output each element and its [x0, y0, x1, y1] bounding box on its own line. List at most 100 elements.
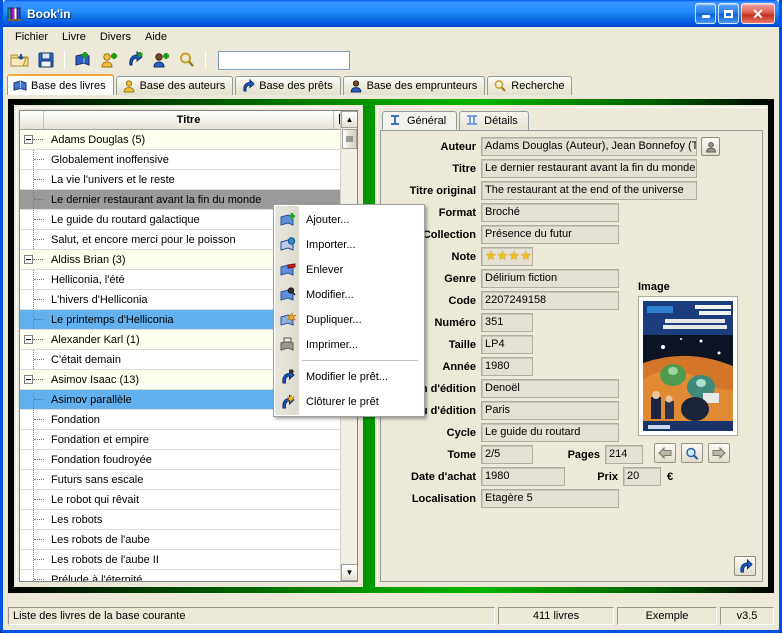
expander-icon[interactable] — [20, 130, 46, 149]
tree-item-row[interactable]: Les robots — [20, 510, 357, 530]
tree-item-row[interactable]: Fondation et empire — [20, 430, 357, 450]
open-database-icon[interactable] — [8, 48, 32, 72]
ctx-cloturer-pret[interactable]: Clôturer le prêt — [274, 389, 424, 414]
expander-icon[interactable] — [20, 330, 46, 349]
tree-item-row[interactable]: Les robots de l'aube — [20, 530, 357, 550]
input-prix[interactable]: 20 — [623, 467, 661, 486]
input-collection[interactable]: Présence du futur — [481, 225, 619, 244]
input-format[interactable]: Broché — [481, 203, 619, 222]
image-prev-button[interactable] — [654, 443, 676, 463]
input-lieu-edition[interactable]: Paris — [481, 401, 619, 420]
tab-base-des-auteurs[interactable]: Base des auteurs — [115, 76, 234, 95]
input-tome[interactable]: 2/5 — [481, 445, 533, 464]
tree-connector — [20, 190, 46, 209]
tab-general-icon — [389, 114, 403, 128]
expander-icon[interactable] — [20, 250, 46, 269]
input-titre-original[interactable]: The restaurant at the end of the univers… — [481, 181, 697, 200]
tab-base-des-emprunteurs[interactable]: Base des emprunteurs — [342, 76, 486, 95]
add-author-icon[interactable] — [97, 48, 121, 72]
tree-connector-dash — [34, 319, 44, 320]
tree-item-row[interactable]: La vie l'univers et le reste — [20, 170, 357, 190]
add-loan-icon[interactable] — [123, 48, 147, 72]
input-code[interactable]: 2207249158 — [481, 291, 619, 310]
ctx-ajouter[interactable]: Ajouter... — [274, 207, 424, 232]
input-taille[interactable]: LP4 — [481, 335, 533, 354]
loan-arrow-icon — [241, 79, 255, 93]
input-cycle[interactable]: Le guide du routard — [481, 423, 619, 442]
tab-base-des-prets[interactable]: Base des prêts — [235, 76, 341, 95]
search-icon[interactable] — [175, 48, 199, 72]
menu-livre[interactable]: Livre — [55, 29, 93, 45]
save-icon[interactable] — [34, 48, 58, 72]
image-next-button[interactable] — [708, 443, 730, 463]
status-message: Liste des livres de la base courante — [8, 607, 495, 625]
maximize-button[interactable] — [718, 3, 739, 24]
ctx-dupliquer[interactable]: Dupliquer... — [274, 307, 424, 332]
search-input[interactable] — [218, 50, 350, 70]
collapse-icon[interactable] — [23, 255, 33, 264]
field-titre: Titre Le dernier restaurant avant la fin… — [385, 159, 754, 178]
tab-recherche[interactable]: Recherche — [487, 76, 573, 95]
tree-header: Titre — [20, 111, 357, 130]
tree-connector — [32, 259, 43, 260]
scroll-up-icon[interactable]: ▲ — [341, 111, 357, 128]
collapse-icon[interactable] — [23, 335, 33, 344]
add-borrower-icon[interactable] — [149, 48, 173, 72]
tree-connector — [20, 390, 46, 409]
menu-divers[interactable]: Divers — [93, 29, 138, 45]
person-icon[interactable] — [701, 137, 720, 156]
input-numero[interactable]: 351 — [481, 313, 533, 332]
input-date-achat[interactable]: 1980 — [481, 467, 565, 486]
add-book-icon[interactable] — [71, 48, 95, 72]
input-localisation[interactable]: Etagère 5 — [481, 489, 619, 508]
image-zoom-button[interactable] — [681, 443, 703, 463]
tab-base-des-livres[interactable]: Base des livres — [7, 74, 114, 95]
tree-connector-dash — [34, 479, 44, 480]
input-titre[interactable]: Le dernier restaurant avant la fin du mo… — [481, 159, 697, 178]
subtab-general[interactable]: Général — [382, 111, 458, 130]
tree-connector — [20, 470, 46, 489]
tree-row-label: Le dernier restaurant avant la fin du mo… — [51, 193, 262, 206]
ctx-enlever[interactable]: Enlever — [274, 257, 424, 282]
tree-item-row[interactable]: Prélude à l'éternité — [20, 570, 357, 581]
ctx-modifier[interactable]: Modifier... — [274, 282, 424, 307]
toolbar — [3, 46, 779, 74]
rating-stars[interactable]: ★★★★ — [481, 247, 533, 266]
subtab-label: Général — [407, 114, 447, 127]
menu-aide[interactable]: Aide — [138, 29, 174, 45]
ctx-imprimer[interactable]: Imprimer... — [274, 332, 424, 357]
tree-group-row[interactable]: Adams Douglas (5) — [20, 130, 357, 150]
ctx-label: Modifier... — [306, 288, 354, 301]
ctx-importer[interactable]: Importer... — [274, 232, 424, 257]
subtab-details[interactable]: Détails — [459, 111, 529, 130]
scroll-down-icon[interactable]: ▼ — [341, 564, 357, 581]
menu-bar: Fichier Livre Divers Aide — [3, 27, 779, 46]
cover-frame[interactable] — [638, 296, 738, 436]
label-pages: Pages — [567, 448, 600, 461]
input-genre[interactable]: Délirium fiction — [481, 269, 619, 288]
collapse-icon[interactable] — [23, 375, 33, 384]
field-collection: Collection Présence du futur — [385, 225, 754, 244]
input-auteur[interactable]: Adams Douglas (Auteur), Jean Bonnefoy (T… — [481, 137, 697, 156]
input-annee[interactable]: 1980 — [481, 357, 533, 376]
magnifier-icon — [493, 79, 507, 93]
input-maison-edition[interactable]: Denoël — [481, 379, 619, 398]
tree-item-row[interactable]: Le robot qui rêvait — [20, 490, 357, 510]
scrollbar-thumb[interactable] — [342, 129, 357, 149]
ctx-modifier-pret[interactable]: Modifier le prêt... — [274, 364, 424, 389]
close-button[interactable]: ✕ — [741, 3, 775, 24]
tree-item-row[interactable]: Futurs sans escale — [20, 470, 357, 490]
printer-icon — [276, 337, 300, 353]
tree-item-row[interactable]: Fondation foudroyée — [20, 450, 357, 470]
ctx-label: Dupliquer... — [306, 313, 362, 326]
expander-icon[interactable] — [20, 370, 46, 389]
menu-fichier[interactable]: Fichier — [8, 29, 55, 45]
tree-item-row[interactable]: Les robots de l'aube II — [20, 550, 357, 570]
person-blue-icon — [349, 79, 363, 93]
minimize-button[interactable] — [695, 3, 716, 24]
detail-subtabs: Général Détails — [380, 110, 763, 130]
apply-loan-button[interactable] — [734, 556, 756, 576]
column-header-titre[interactable]: Titre — [44, 111, 334, 129]
collapse-icon[interactable] — [23, 135, 33, 144]
tree-item-row[interactable]: Globalement inoffensive — [20, 150, 357, 170]
